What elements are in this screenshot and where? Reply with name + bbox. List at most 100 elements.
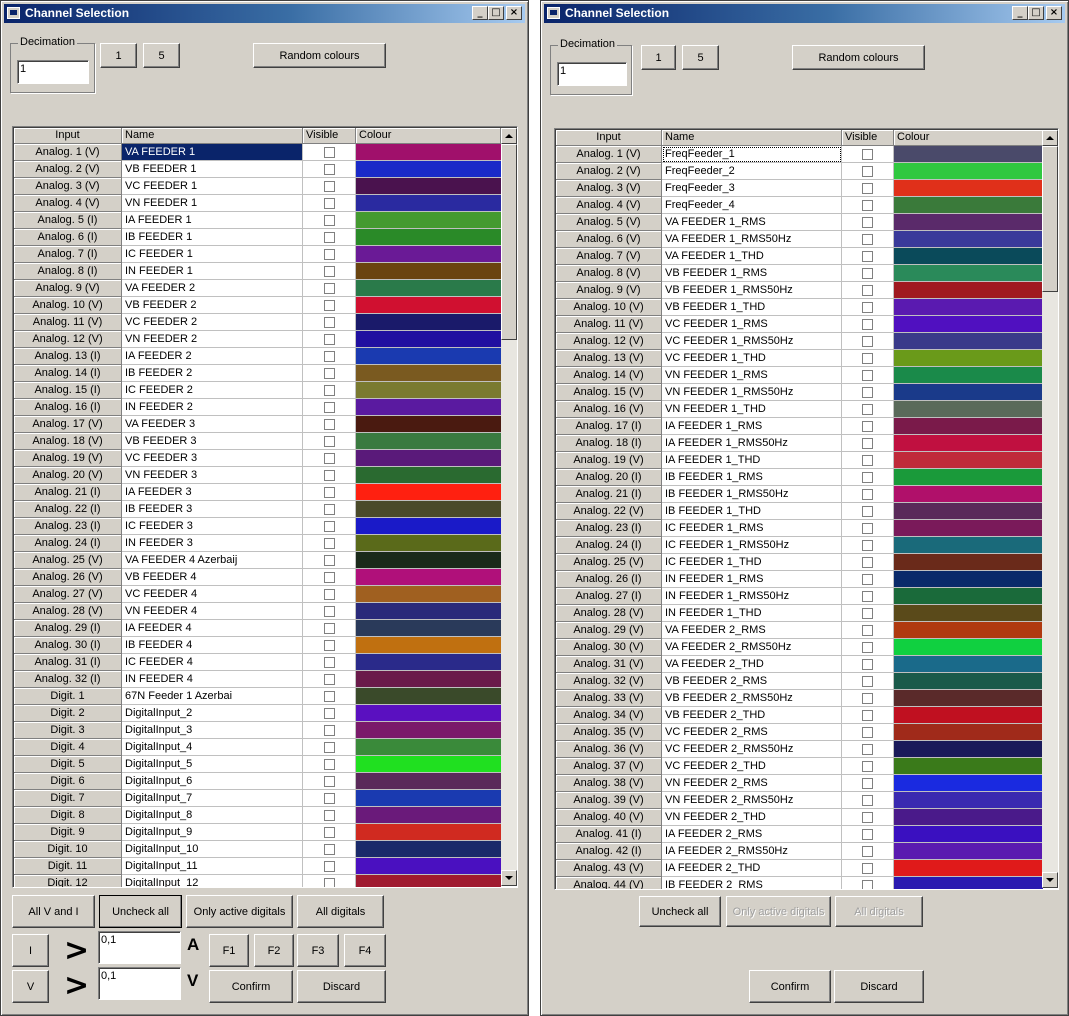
visible-checkbox[interactable] [323, 299, 335, 311]
scroll-down-button[interactable] [501, 870, 517, 886]
table-row[interactable]: Analog. 44 (V) IB FEEDER 2_RMS [556, 877, 1043, 889]
row-colour-swatch[interactable] [894, 843, 1043, 860]
visible-checkbox[interactable] [323, 758, 335, 770]
table-row[interactable]: Analog. 7 (V) VA FEEDER 1_THD [556, 248, 1043, 265]
row-name-cell[interactable]: IN FEEDER 4 [122, 671, 303, 688]
row-colour-swatch[interactable] [894, 724, 1043, 741]
table-row[interactable]: Analog. 13 (V) VC FEEDER 1_THD [556, 350, 1043, 367]
vertical-scrollbar[interactable] [1042, 130, 1058, 888]
visible-checkbox[interactable] [862, 675, 873, 687]
maximize-button[interactable]: □ [1028, 6, 1044, 20]
row-colour-swatch[interactable] [894, 367, 1043, 384]
header-visible[interactable]: Visible [842, 130, 894, 146]
all-v-and-i-button[interactable]: All V and I [12, 895, 95, 928]
decimation-input[interactable]: 1 [557, 62, 627, 86]
row-name-cell[interactable]: IA FEEDER 2_RMS [662, 826, 842, 843]
row-name-cell[interactable]: DigitalInput_9 [122, 824, 303, 841]
table-row[interactable]: Analog. 28 (V) IN FEEDER 1_THD [556, 605, 1043, 622]
table-row[interactable]: Analog. 22 (V) IB FEEDER 1_THD [556, 503, 1043, 520]
table-row[interactable]: Analog. 4 (V) VN FEEDER 1 [14, 195, 501, 212]
row-colour-swatch[interactable] [356, 824, 501, 841]
row-name-cell[interactable]: VN FEEDER 4 [122, 603, 303, 620]
row-name-cell[interactable]: IA FEEDER 1_RMS50Hz [662, 435, 842, 452]
visible-checkbox[interactable] [323, 792, 335, 804]
row-colour-swatch[interactable] [356, 484, 501, 501]
row-name-cell[interactable]: VC FEEDER 2_RMS [662, 724, 842, 741]
scroll-up-button[interactable] [1042, 130, 1058, 146]
table-row[interactable]: Analog. 18 (I) IA FEEDER 1_RMS50Hz [556, 435, 1043, 452]
voltage-threshold-input[interactable]: 0,1 [98, 967, 181, 1000]
row-colour-swatch[interactable] [894, 350, 1043, 367]
row-colour-swatch[interactable] [894, 792, 1043, 809]
row-colour-swatch[interactable] [356, 297, 501, 314]
scroll-up-button[interactable] [501, 128, 517, 144]
row-colour-swatch[interactable] [356, 518, 501, 535]
row-colour-swatch[interactable] [356, 807, 501, 824]
row-name-cell[interactable]: DigitalInput_4 [122, 739, 303, 756]
visible-checkbox[interactable] [323, 826, 335, 838]
table-row[interactable]: Analog. 34 (V) VB FEEDER 2_THD [556, 707, 1043, 724]
row-colour-swatch[interactable] [356, 161, 501, 178]
visible-checkbox[interactable] [323, 418, 335, 430]
visible-checkbox[interactable] [323, 401, 335, 413]
channel-grid[interactable]: Input Name Visible Colour Analog. 1 (V) F… [554, 128, 1059, 890]
row-colour-swatch[interactable] [356, 688, 501, 705]
row-name-cell[interactable]: IA FEEDER 1_RMS [662, 418, 842, 435]
row-colour-swatch[interactable] [894, 741, 1043, 758]
visible-checkbox[interactable] [862, 862, 873, 874]
f4-button[interactable]: F4 [344, 934, 386, 967]
row-name-cell[interactable]: IA FEEDER 2_RMS50Hz [662, 843, 842, 860]
table-row[interactable]: Digit. 9 DigitalInput_9 [14, 824, 501, 841]
table-row[interactable]: Analog. 42 (I) IA FEEDER 2_RMS50Hz [556, 843, 1043, 860]
table-row[interactable]: Analog. 24 (I) IN FEEDER 3 [14, 535, 501, 552]
table-row[interactable]: Analog. 11 (V) VC FEEDER 2 [14, 314, 501, 331]
scroll-thumb[interactable] [501, 144, 517, 340]
row-colour-swatch[interactable] [356, 790, 501, 807]
table-row[interactable]: Analog. 4 (V) FreqFeeder_4 [556, 197, 1043, 214]
voltage-filter-button[interactable]: V [12, 970, 49, 1003]
visible-checkbox[interactable] [323, 197, 335, 209]
visible-checkbox[interactable] [323, 588, 335, 600]
visible-checkbox[interactable] [323, 248, 335, 260]
row-colour-swatch[interactable] [356, 331, 501, 348]
header-name[interactable]: Name [122, 128, 303, 144]
row-name-cell[interactable]: IC FEEDER 1_RMS [662, 520, 842, 537]
header-name[interactable]: Name [662, 130, 842, 146]
random-colours-button[interactable]: Random colours [792, 45, 925, 70]
table-row[interactable]: Analog. 15 (V) VN FEEDER 1_RMS50Hz [556, 384, 1043, 401]
row-colour-swatch[interactable] [356, 637, 501, 654]
header-colour[interactable]: Colour [894, 130, 1043, 146]
row-colour-swatch[interactable] [894, 520, 1043, 537]
row-colour-swatch[interactable] [356, 535, 501, 552]
header-colour[interactable]: Colour [356, 128, 501, 144]
row-name-cell[interactable]: VN FEEDER 2_RMS50Hz [662, 792, 842, 809]
row-name-cell[interactable]: IC FEEDER 4 [122, 654, 303, 671]
decimation-5-button[interactable]: 5 [682, 45, 719, 70]
table-row[interactable]: Analog. 8 (V) VB FEEDER 1_RMS [556, 265, 1043, 282]
table-row[interactable]: Digit. 3 DigitalInput_3 [14, 722, 501, 739]
table-row[interactable]: Analog. 29 (I) IA FEEDER 4 [14, 620, 501, 637]
row-colour-swatch[interactable] [894, 537, 1043, 554]
table-row[interactable]: Analog. 22 (I) IB FEEDER 3 [14, 501, 501, 518]
visible-checkbox[interactable] [323, 571, 335, 583]
row-name-cell[interactable]: VB FEEDER 4 [122, 569, 303, 586]
row-name-cell[interactable]: 67N Feeder 1 Azerbai [122, 688, 303, 705]
row-name-cell[interactable]: VA FEEDER 2_RMS [662, 622, 842, 639]
row-name-cell[interactable]: VA FEEDER 3 [122, 416, 303, 433]
visible-checkbox[interactable] [862, 216, 873, 228]
row-name-cell[interactable]: VN FEEDER 1_THD [662, 401, 842, 418]
row-colour-swatch[interactable] [894, 333, 1043, 350]
row-colour-swatch[interactable] [356, 586, 501, 603]
visible-checkbox[interactable] [862, 352, 873, 364]
table-row[interactable]: Digit. 7 DigitalInput_7 [14, 790, 501, 807]
row-name-cell[interactable]: DigitalInput_3 [122, 722, 303, 739]
table-row[interactable]: Analog. 25 (V) VA FEEDER 4 Azerbaij [14, 552, 501, 569]
table-row[interactable]: Analog. 26 (I) IN FEEDER 1_RMS [556, 571, 1043, 588]
row-name-cell[interactable]: VB FEEDER 2 [122, 297, 303, 314]
row-name-cell[interactable]: IA FEEDER 2 [122, 348, 303, 365]
row-name-cell[interactable]: VB FEEDER 1 [122, 161, 303, 178]
visible-checkbox[interactable] [862, 590, 873, 602]
visible-checkbox[interactable] [862, 420, 873, 432]
row-colour-swatch[interactable] [356, 348, 501, 365]
row-colour-swatch[interactable] [894, 299, 1043, 316]
